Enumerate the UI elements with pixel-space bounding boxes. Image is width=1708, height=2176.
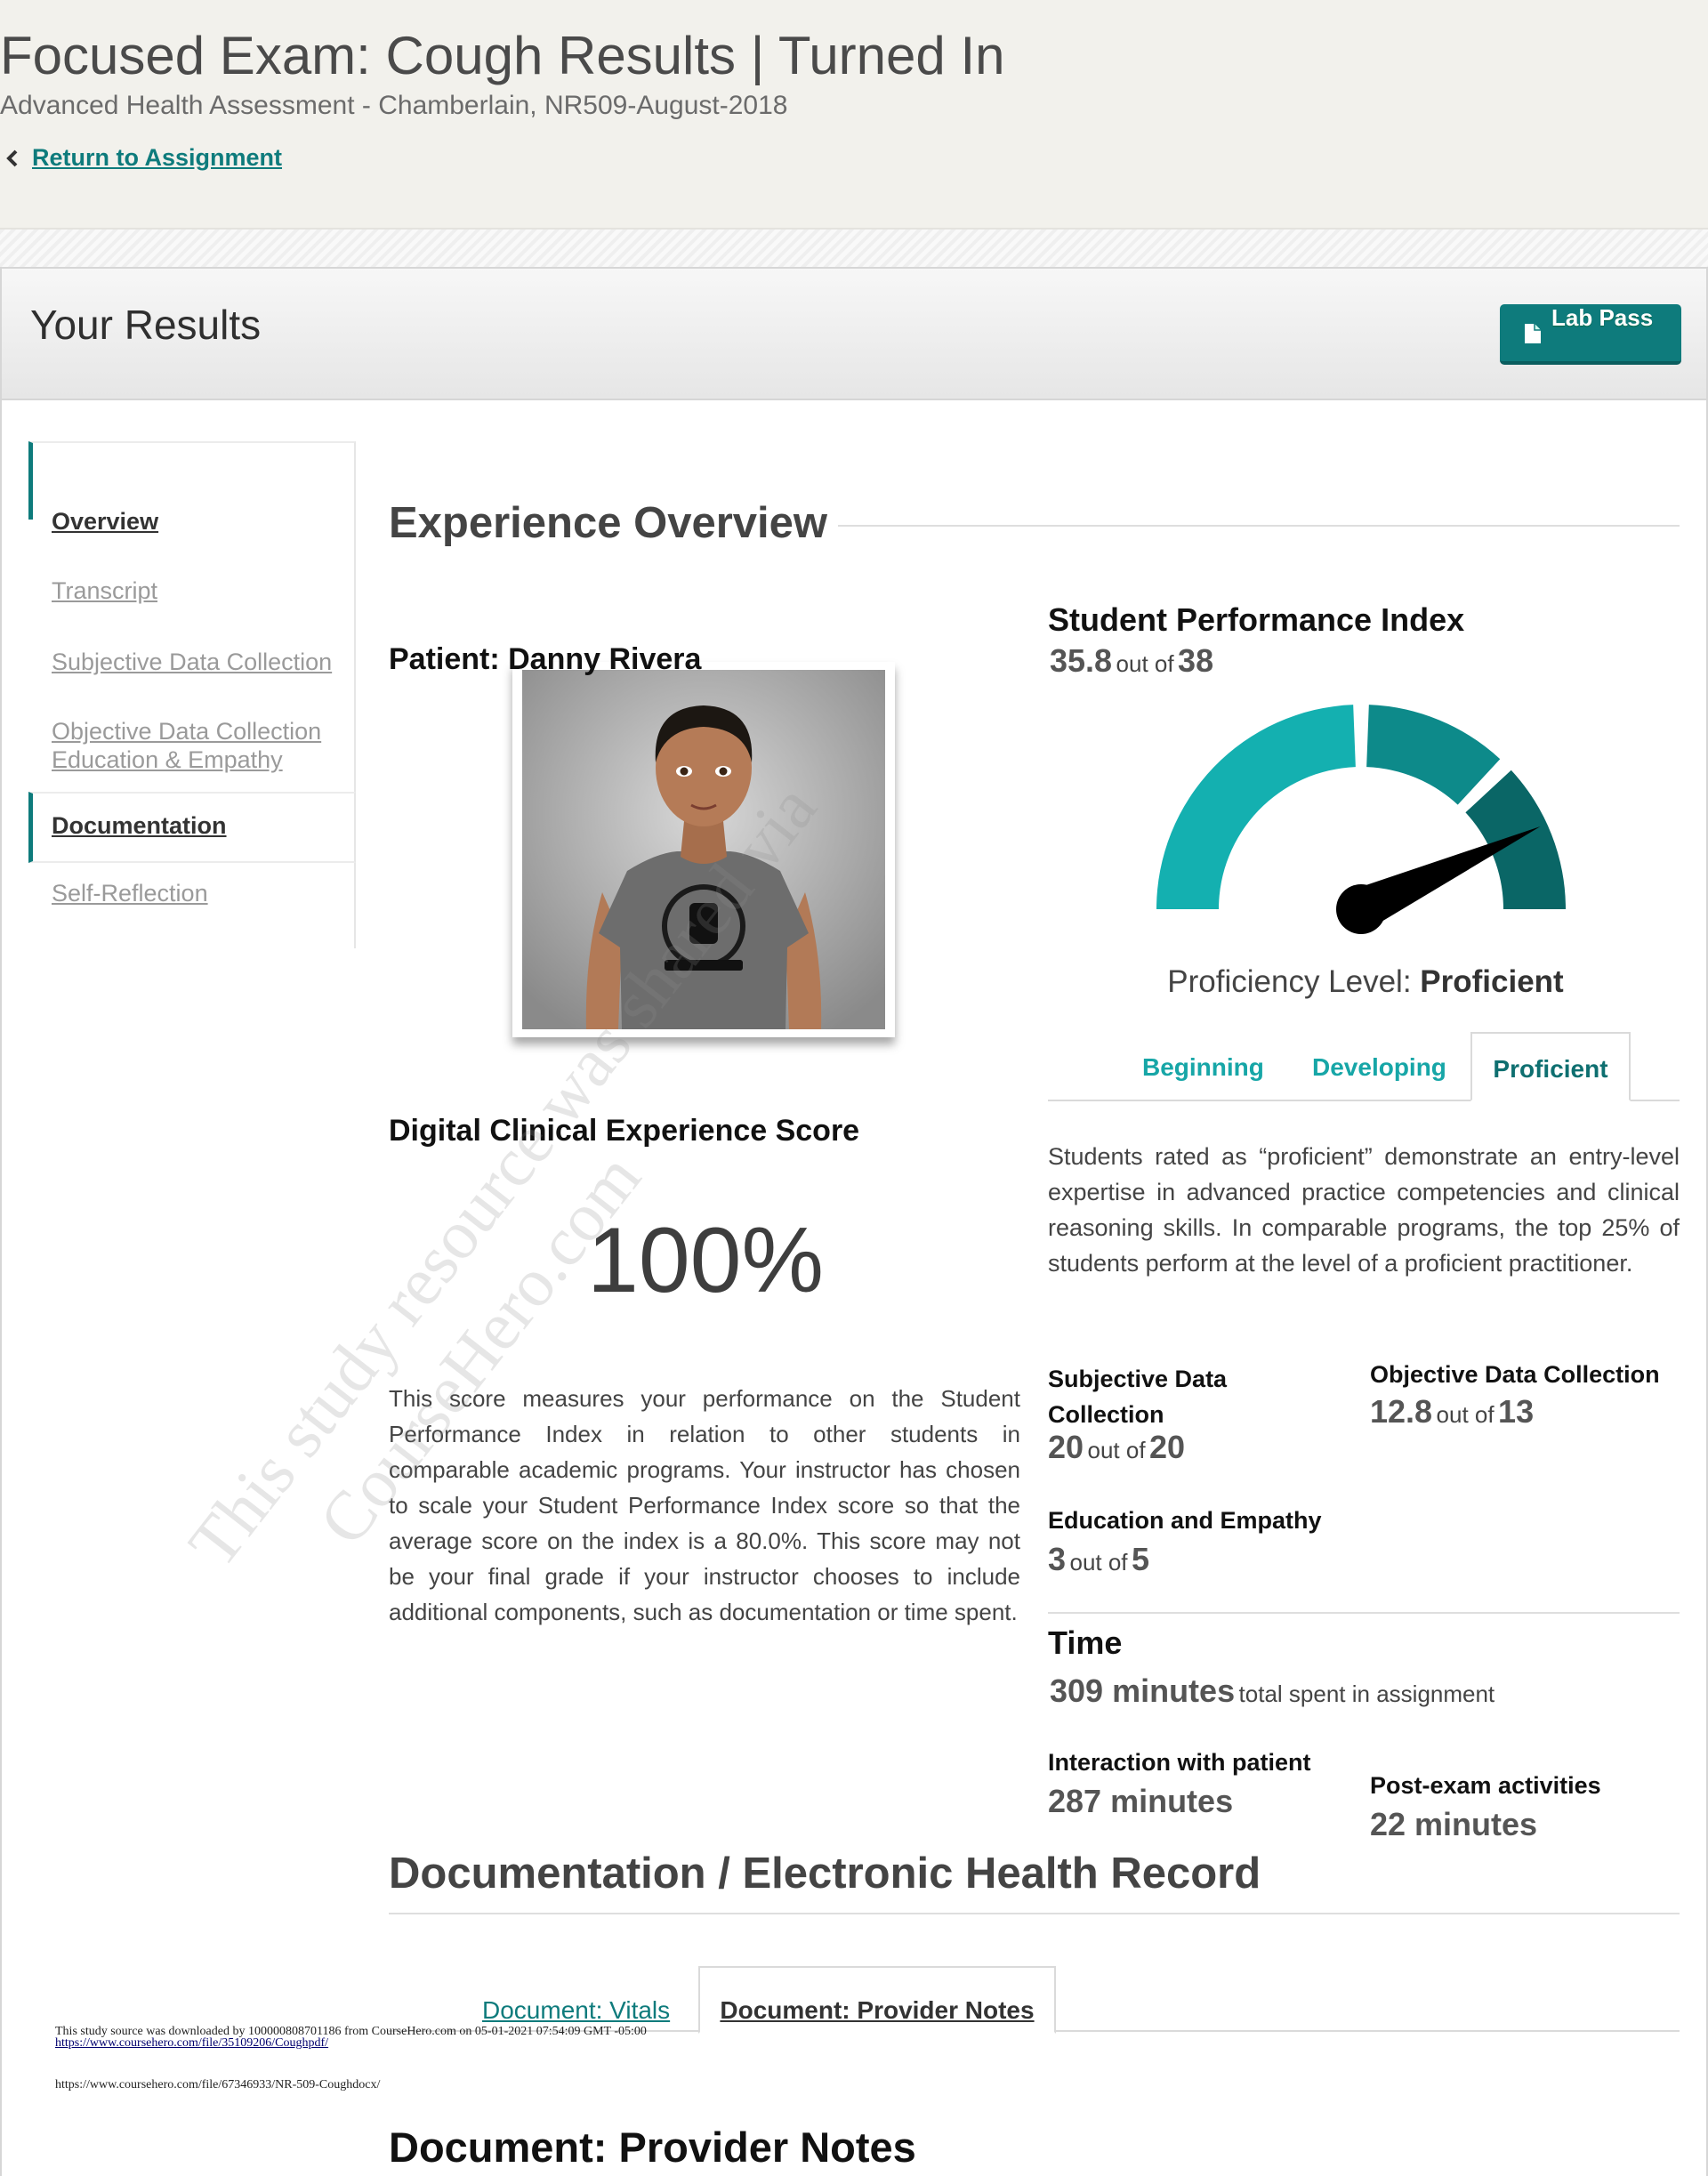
subjective-label: Subjective Data Collection	[1048, 1366, 1228, 1428]
spi-title: Student Performance Index	[1048, 601, 1465, 638]
interaction-label: Interaction with patient	[1048, 1749, 1311, 1776]
page-header: Focused Exam: Cough Results | Turned In …	[0, 0, 1708, 230]
objective-score: 12.8 out of 13	[1370, 1393, 1534, 1431]
sidebar-item-label[interactable]: Self-Reflection	[52, 879, 208, 907]
education-score: 3 out of 5	[1048, 1541, 1149, 1578]
return-to-assignment-link[interactable]: Return to Assignment	[32, 144, 282, 172]
objective-score-max: 13	[1498, 1393, 1535, 1430]
spi-score-max: 38	[1178, 642, 1214, 679]
proficiency-value: Proficient	[1420, 964, 1564, 999]
sidebar-item-label[interactable]: Transcript	[52, 576, 157, 605]
return-link-row[interactable]: Return to Assignment	[4, 144, 282, 172]
interaction-value: 287 minutes	[1048, 1783, 1234, 1819]
sidebar-item-documentation[interactable]: Documentation	[28, 792, 356, 863]
education-label: Education and Empathy	[1048, 1507, 1322, 1534]
tab-document-vitals[interactable]: Document: Vitals	[482, 1996, 670, 2025]
time-divider	[1048, 1612, 1680, 1614]
proficiency-tabs: Beginning Developing Proficient	[1048, 1032, 1680, 1101]
sidebar-item-overview[interactable]: Overview	[28, 505, 356, 576]
documentation-tabs: Document: Vitals Document: Provider Note…	[389, 1966, 1680, 2034]
page-title: Focused Exam: Cough Results | Turned In	[0, 26, 1005, 85]
chevron-left-icon	[6, 149, 18, 166]
section-rule	[389, 1913, 1680, 1914]
out-of-text: out of	[1087, 1437, 1146, 1463]
proficiency-prefix: Proficiency Level:	[1167, 964, 1412, 999]
time-total-suffix: total spent in assignment	[1238, 1680, 1495, 1707]
document-icon	[1525, 324, 1541, 343]
proficiency-description: Students rated as “proficient” demonstra…	[1048, 1143, 1680, 1277]
spi-score-value: 35.8	[1050, 642, 1113, 679]
source-link[interactable]: https://www.coursehero.com/file/35109206…	[55, 2036, 328, 2051]
post-exam-label: Post-exam activities	[1370, 1772, 1601, 1799]
post-exam-value: 22 minutes	[1370, 1806, 1538, 1842]
subjective-score-value: 20	[1048, 1429, 1084, 1465]
results-title: Your Results	[30, 302, 262, 348]
sidebar-item-objective[interactable]: Objective Data Collection Education & Em…	[28, 717, 356, 792]
gauge-segment-beginning	[1156, 705, 1356, 909]
education-score-max: 5	[1132, 1541, 1150, 1577]
lab-pass-button[interactable]: Lab Pass	[1500, 304, 1681, 365]
subjective-score-max: 20	[1149, 1429, 1186, 1465]
time-title: Time	[1048, 1624, 1123, 1661]
sidebar-item-label[interactable]: Subjective Data Collection	[52, 648, 332, 676]
time-total: 309 minutes total spent in assignment	[1050, 1672, 1494, 1710]
header-divider	[0, 230, 1708, 267]
sidebar-item-label[interactable]: Education & Empathy	[52, 745, 283, 774]
sidebar-item-label[interactable]: Overview	[52, 507, 158, 536]
education-score-value: 3	[1048, 1541, 1067, 1577]
patient-name-label: Patient: Danny Rivera	[389, 642, 702, 676]
course-subtitle: Advanced Health Assessment - Chamberlain…	[0, 91, 788, 120]
out-of-text: out of	[1116, 650, 1174, 677]
objective-score-value: 12.8	[1370, 1393, 1433, 1430]
tab-developing[interactable]: Developing	[1312, 1053, 1446, 1082]
tab-beginning[interactable]: Beginning	[1142, 1053, 1264, 1082]
objective-label: Objective Data Collection	[1370, 1361, 1660, 1388]
dce-score-description: This score measures your performance on …	[389, 1385, 1020, 1625]
sidebar-item-transcript[interactable]: Transcript	[28, 576, 356, 648]
documentation-title: Documentation / Electronic Health Record	[389, 1849, 1272, 1898]
sidebar-item-self-reflection[interactable]: Self-Reflection	[28, 863, 356, 948]
sidebar-item-label[interactable]: Objective Data Collection	[52, 717, 321, 745]
provider-notes-title: Document: Provider Notes	[389, 2124, 916, 2171]
experience-overview-title: Experience Overview	[389, 498, 839, 548]
subjective-score: 20 out of 20	[1048, 1429, 1185, 1466]
sidebar-item-label[interactable]: Documentation	[52, 811, 227, 840]
performance-gauge	[1156, 705, 1566, 934]
tab-document-provider-notes[interactable]: Document: Provider Notes	[698, 1966, 1056, 2034]
time-total-value: 309 minutes	[1050, 1672, 1236, 1709]
gauge-segment-developing	[1366, 705, 1501, 805]
tab-proficient[interactable]: Proficient	[1470, 1032, 1631, 1101]
gauge-needle-hub	[1336, 884, 1386, 934]
results-panel-header: Your Results Lab Pass	[2, 269, 1706, 400]
results-sidebar: Overview Transcript Subjective Data Coll…	[28, 427, 356, 948]
spi-score: 35.8 out of 38	[1050, 642, 1213, 680]
out-of-text: out of	[1069, 1549, 1128, 1576]
proficiency-level: Proficiency Level: Proficient	[1048, 964, 1683, 1000]
source-url-footnote: https://www.coursehero.com/file/67346933…	[55, 2078, 381, 2091]
lab-pass-label: Lab Pass	[1551, 304, 1654, 331]
sidebar-item-subjective[interactable]: Subjective Data Collection	[28, 648, 356, 717]
out-of-text: out of	[1436, 1401, 1494, 1428]
